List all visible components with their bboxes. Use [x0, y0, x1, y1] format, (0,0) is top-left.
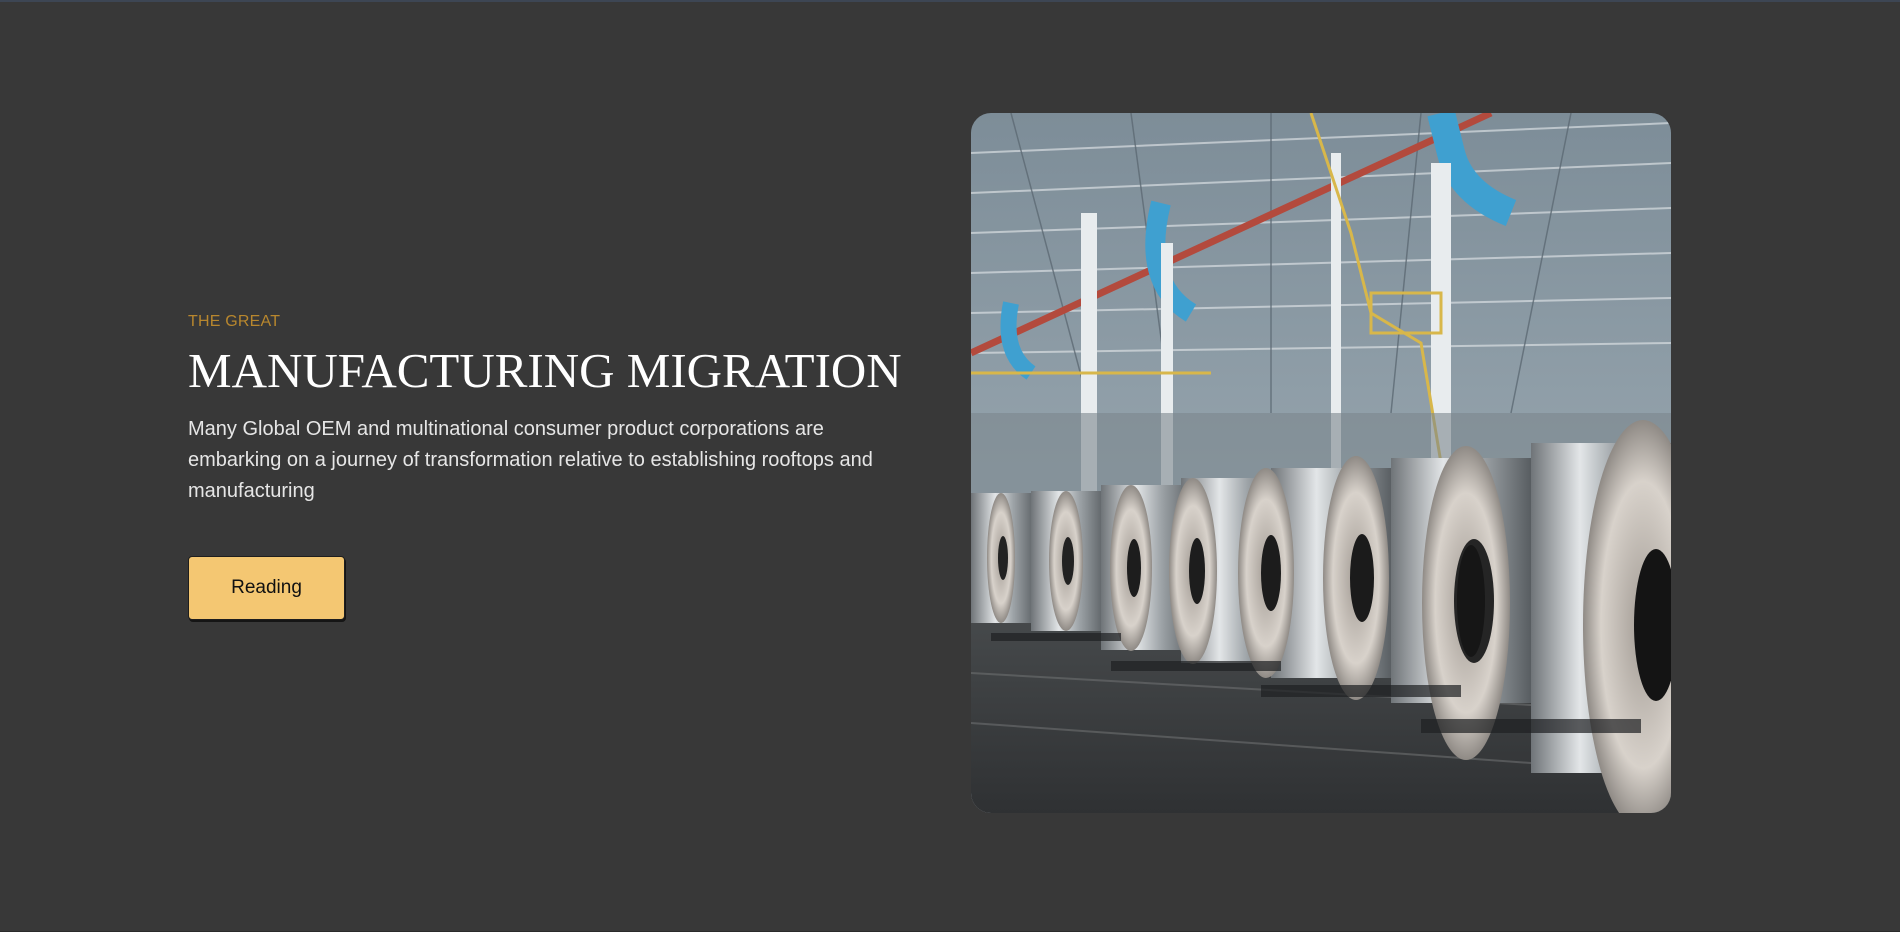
top-border [0, 0, 1900, 2]
hero-title: MANUFACTURING MIGRATION [188, 343, 902, 398]
reading-button[interactable]: Reading [188, 556, 345, 620]
hero-text-block: THE GREAT MANUFACTURING MIGRATION Many G… [188, 310, 908, 507]
hero-eyebrow: THE GREAT [188, 313, 281, 330]
factory-photo [971, 113, 1671, 813]
hero-description: Many Global OEM and multinational consum… [188, 418, 873, 502]
